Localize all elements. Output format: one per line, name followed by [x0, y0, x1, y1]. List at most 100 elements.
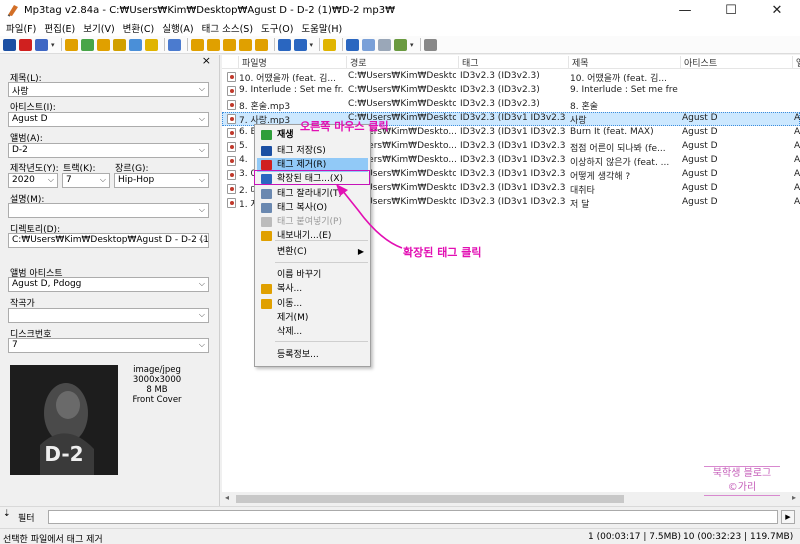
- panel-close-icon[interactable]: ×: [202, 54, 211, 67]
- menu-item-label: 제거(M): [277, 313, 309, 323]
- menu-file[interactable]: 파일(F): [2, 21, 40, 35]
- pin-icon[interactable]: ⇣: [3, 509, 11, 519]
- menu-tag-sources[interactable]: 태그 소스(S): [198, 21, 257, 35]
- cell-extra: A: [794, 155, 800, 165]
- cell-name: 8. 혼술.mp3: [239, 102, 291, 112]
- tag-to-filename-icon[interactable]: [190, 38, 204, 51]
- directory-field[interactable]: C:₩Users₩Kim₩Desktop₩Agust D - D-2 (1)₩D…: [8, 233, 209, 248]
- menu-tools[interactable]: 도구(O): [257, 21, 297, 35]
- audio-file-icon: [227, 156, 236, 166]
- freedb-icon[interactable]: [346, 38, 360, 51]
- scroll-thumb[interactable]: [236, 495, 624, 503]
- toolbar: ▾ ▾ ▾: [0, 36, 800, 54]
- maximize-button[interactable]: ☐: [708, 0, 754, 20]
- options-wrench-icon[interactable]: [423, 38, 437, 51]
- composer-field[interactable]: ⌵: [8, 308, 209, 323]
- case-conversion-icon[interactable]: [293, 38, 307, 51]
- cell-artist: Agust D: [682, 113, 718, 123]
- album-cover-image[interactable]: D-2: [10, 365, 118, 475]
- context-menu-item[interactable]: 삭제...: [257, 325, 368, 339]
- table-row[interactable]: 10. 어땠을까 (feat. 김... C:₩Users₩Kim₩Deskto.…: [222, 70, 800, 84]
- cell-artist: Agust D: [682, 127, 718, 137]
- context-menu-item[interactable]: 이동...: [257, 297, 368, 311]
- chevron-down-icon: ⌵: [198, 340, 205, 349]
- menu-help[interactable]: 도움말(H): [297, 21, 346, 35]
- remove-tag-icon[interactable]: [19, 38, 32, 51]
- context-menu-item[interactable]: 복사...: [257, 282, 368, 296]
- genre-field[interactable]: Hip-Hop ⌵: [114, 173, 209, 188]
- menu-view[interactable]: 보기(V): [79, 21, 118, 35]
- undo-icon[interactable]: [35, 38, 48, 51]
- title-bar: Mp3tag v2.84a - C:₩Users₩Kim₩Desktop₩Agu…: [0, 0, 800, 20]
- title-field[interactable]: 사랑 ⌵: [8, 82, 209, 97]
- disc-field[interactable]: 7 ⌵: [8, 338, 209, 353]
- track-field[interactable]: 7 ⌵: [62, 173, 110, 188]
- col-title[interactable]: 제목: [568, 56, 680, 69]
- cell-title: 대취타: [570, 186, 595, 196]
- col-filename[interactable]: 파일명: [238, 56, 344, 69]
- discogs-icon[interactable]: [362, 38, 376, 51]
- minimize-button[interactable]: —: [662, 0, 708, 20]
- close-button[interactable]: ✕: [754, 0, 800, 20]
- musicbrainz-icon[interactable]: [378, 38, 392, 51]
- context-menu-item[interactable]: 제거(M): [257, 311, 368, 325]
- annotation-right-click: 오른쪽 마우스 클릭: [300, 120, 389, 133]
- cell-tag: ID3v2.3 (ID3v1 ID3v2.3): [460, 169, 566, 179]
- cover-type: Front Cover: [132, 395, 182, 405]
- filter-bar: ⇣ 필터 ▶: [0, 506, 800, 526]
- col-album[interactable]: 앨: [792, 56, 800, 69]
- cell-tag: ID3v2.3 (ID3v1 ID3v2.3): [460, 197, 566, 207]
- menu-convert[interactable]: 변환(C): [119, 21, 159, 35]
- cell-extra: A: [794, 141, 800, 151]
- context-menu-item[interactable]: 태그 저장(S): [257, 144, 368, 158]
- context-menu-item[interactable]: 등록정보...: [257, 348, 368, 362]
- save-icon[interactable]: [3, 38, 16, 51]
- scroll-right-icon[interactable]: ▸: [792, 493, 796, 502]
- context-menu-item[interactable]: 이름 바꾸기: [257, 268, 368, 282]
- cell-artist: Agust D: [682, 169, 718, 179]
- cover-dims: 3000x3000: [132, 375, 182, 385]
- cell-artist: Agust D: [682, 141, 718, 151]
- year-field[interactable]: 2020 ⌵: [8, 173, 58, 188]
- cell-title: 8. 혼술: [570, 102, 599, 112]
- table-row[interactable]: 8. 혼술.mp3 C:₩Users₩Kim₩Deskto... ID3v2.3 (…: [222, 98, 800, 112]
- cell-name: 9. Interlude : Set me fr...: [239, 85, 343, 95]
- menu-actions[interactable]: 실행(A): [158, 21, 197, 35]
- playlist-icon[interactable]: [112, 38, 126, 51]
- export-icon[interactable]: [254, 38, 268, 51]
- menu-item-icon: [261, 160, 272, 170]
- cell-path: C:₩Users₩Kim₩Deskto...: [348, 99, 456, 109]
- col-tag[interactable]: 태그: [458, 56, 568, 69]
- col-artist[interactable]: 아티스트: [680, 56, 792, 69]
- table-row[interactable]: 9. Interlude : Set me fr... C:₩Users₩Kim₩…: [222, 84, 800, 98]
- filter-go-button[interactable]: ▶: [781, 510, 795, 524]
- cover-size: 8 MB: [146, 385, 168, 395]
- album-artist-field[interactable]: Agust D, Pdogg ⌵: [8, 277, 209, 292]
- autonumber-icon[interactable]: [277, 38, 291, 51]
- artist-field[interactable]: Agust D ⌵: [8, 112, 209, 127]
- album-field[interactable]: D-2 ⌵: [8, 143, 209, 158]
- cell-path: C:₩Users₩Kim₩Deskto...: [348, 85, 456, 95]
- comment-field[interactable]: ⌵: [8, 203, 209, 218]
- folder-save-icon[interactable]: [128, 38, 142, 51]
- chevron-down-icon: ⌵: [99, 175, 106, 184]
- folder-open-icon[interactable]: [80, 38, 94, 51]
- folder-add-icon[interactable]: [96, 38, 110, 51]
- col-path[interactable]: 경로: [346, 56, 458, 69]
- menu-item-icon: [261, 299, 272, 309]
- list-view-icon[interactable]: [167, 38, 181, 51]
- scroll-left-icon[interactable]: ◂: [225, 493, 229, 502]
- filename-to-tag-icon[interactable]: [206, 38, 220, 51]
- text-to-tag-icon[interactable]: [222, 38, 236, 51]
- tag-to-tag-icon[interactable]: [238, 38, 252, 51]
- audio-file-icon: [227, 100, 236, 110]
- play-icon[interactable]: [64, 38, 78, 51]
- menu-item-label: 삭제...: [277, 327, 303, 337]
- web-source-icon[interactable]: [394, 38, 408, 51]
- cell-tag: ID3v2.3 (ID3v1 ID3v2.3): [460, 155, 566, 165]
- cell-title: 점점 어른이 되나봐 (fe...: [570, 144, 666, 154]
- extended-tags-icon[interactable]: [323, 38, 337, 51]
- filter-input[interactable]: [48, 510, 778, 524]
- menu-edit[interactable]: 편집(E): [40, 21, 79, 35]
- favorite-star-icon[interactable]: [144, 38, 158, 51]
